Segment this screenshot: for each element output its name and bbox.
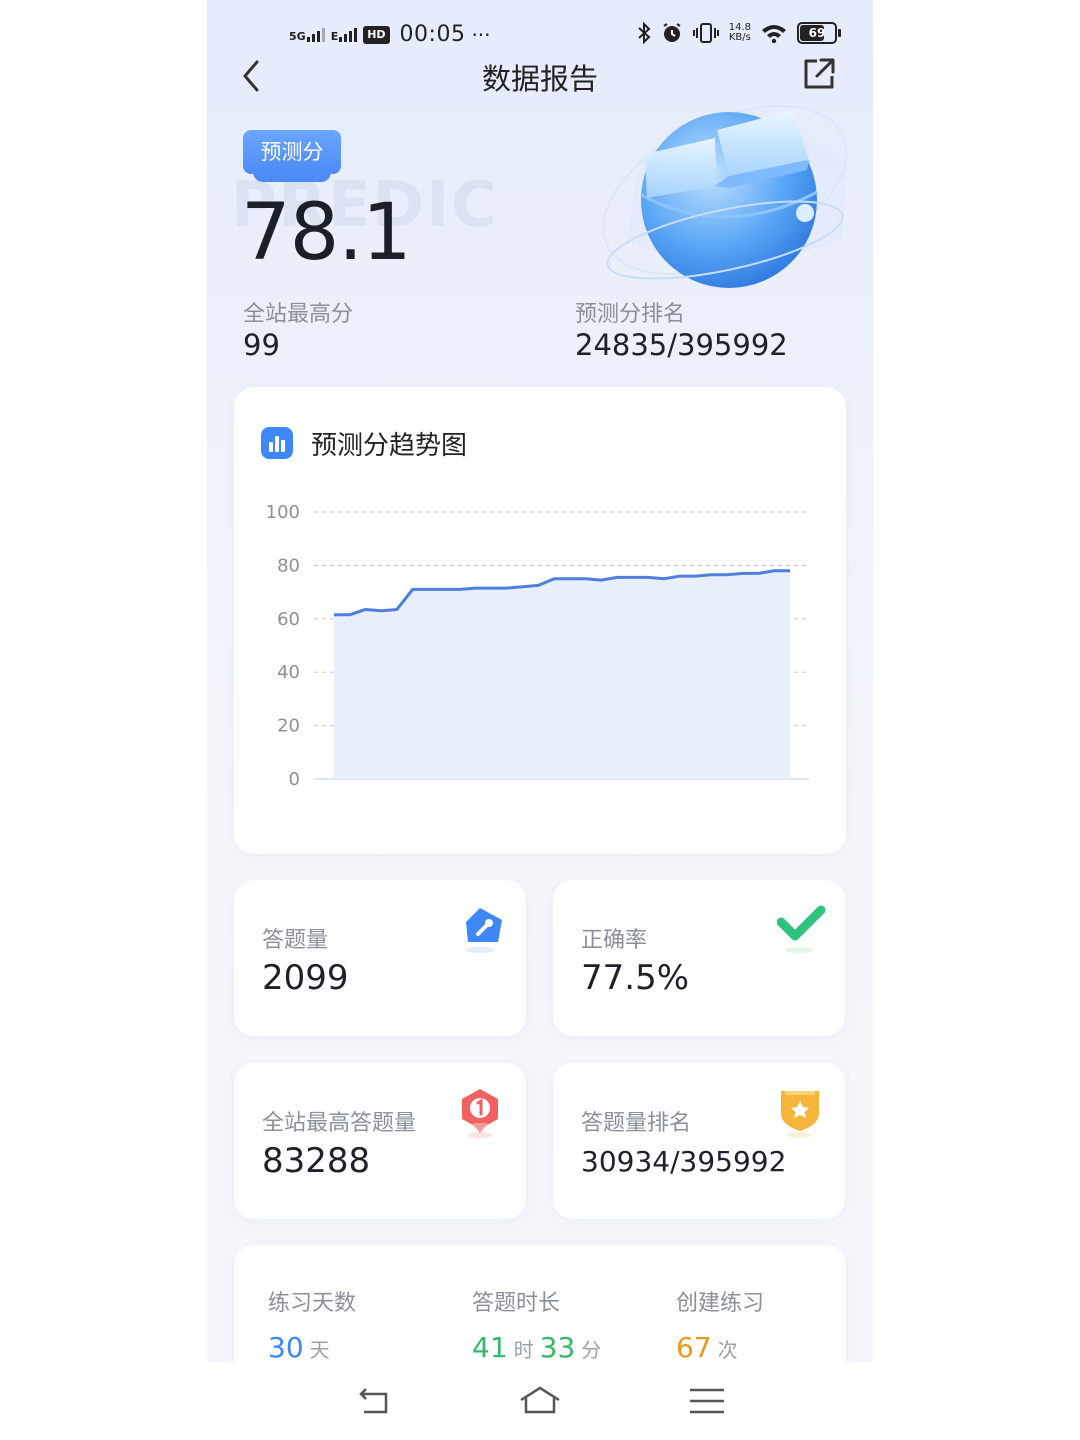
rank-one-icon [462,1089,498,1138]
y-tick-label: 60 [277,609,300,630]
signal-e: E [331,27,358,42]
hd-icon: HD [363,25,390,44]
duration-hours: 41 [472,1331,508,1362]
answer-duration-label: 答题时长 [472,1291,561,1316]
status-bar: 5G E HD 00:05 ··· 14.8 KB/s 69 [207,22,873,52]
alarm-icon [663,23,681,42]
summary-card: 练习天数 30 天 答题时长 41 时 33 分 创建练习 67 次 [234,1245,846,1362]
score-rank-value: 24835/395992 [575,328,788,362]
stat-value: 30934/395992 [581,1145,787,1178]
stat-value: 2099 [262,958,349,998]
duration-minutes: 33 [539,1331,576,1362]
predicted-score-badge: 预测分 [243,130,341,182]
trend-chart: 100 80 60 40 20 0 [266,502,809,790]
pencil-icon [466,908,502,953]
duration-minutes-unit: 分 [581,1338,602,1362]
bluetooth-icon [638,22,651,44]
system-nav-bar [0,1362,1080,1440]
y-tick-label: 100 [266,502,300,523]
check-icon [777,905,825,953]
stat-card-answers[interactable]: 答题量 2099 [234,880,526,1036]
chart-title: 预测分趋势图 [311,431,468,461]
y-tick-label: 0 [289,769,300,790]
practice-days: 练习天数 30 天 [268,1285,356,1362]
site-max-label: 全站最高分 [243,302,354,327]
y-tick-label: 20 [277,716,300,737]
more-dots: ··· [471,22,491,47]
y-tick-label: 80 [277,555,300,576]
back-nav-icon[interactable] [352,1384,398,1418]
practice-days-value: 30 [268,1331,304,1362]
home-nav-icon[interactable] [517,1384,563,1418]
stat-card-site-max-answers[interactable]: 全站最高答题量 83288 [234,1063,526,1219]
created-practice-label: 创建练习 [676,1291,765,1316]
battery-icon: 69 [797,22,841,44]
practice-days-unit: 天 [309,1338,330,1362]
stat-card-accuracy[interactable]: 正确率 77.5% [553,880,845,1036]
stat-label: 答题量排名 [581,1111,692,1136]
pie-globe-illustration [602,105,848,288]
created-practice-unit: 次 [717,1338,738,1362]
shield-star-icon [781,1091,819,1138]
stat-value: 83288 [262,1141,371,1181]
practice-days-label: 练习天数 [268,1291,357,1316]
wifi-icon [762,25,786,43]
stat-label: 正确率 [581,928,648,953]
y-tick-label: 40 [277,662,300,683]
signal-5g: 5G [289,27,325,42]
stat-value: 77.5% [581,958,690,998]
menu-nav-icon[interactable] [684,1384,730,1418]
predicted-score: 78.1 [241,188,412,278]
created-practice: 创建练习 67 次 [676,1285,764,1362]
bar-chart-icon [261,427,293,459]
net-speed: 14.8 KB/s [728,22,751,43]
vibrate-icon [692,23,719,43]
trend-chart-card: 预测分趋势图 100 80 60 40 20 0 [234,387,846,854]
phone-screen: 5G E HD 00:05 ··· 14.8 KB/s 69 数据报告 PRED… [207,0,873,1362]
stat-label: 全站最高答题量 [262,1111,417,1136]
created-practice-value: 67 [676,1331,712,1362]
stat-card-answer-rank[interactable]: 答题量排名 30934/395992 [553,1063,845,1219]
site-max-value: 99 [243,328,280,362]
score-rank-label: 预测分排名 [575,302,686,327]
stat-label: 答题量 [262,928,329,953]
answer-duration: 答题时长 41 时 33 分 [472,1285,607,1362]
signal-bars-icon [306,27,325,42]
clock: 00:05 [399,22,466,47]
duration-hours-unit: 时 [513,1338,534,1362]
share-export-icon[interactable] [801,56,837,92]
signal-bars-icon [339,27,358,42]
